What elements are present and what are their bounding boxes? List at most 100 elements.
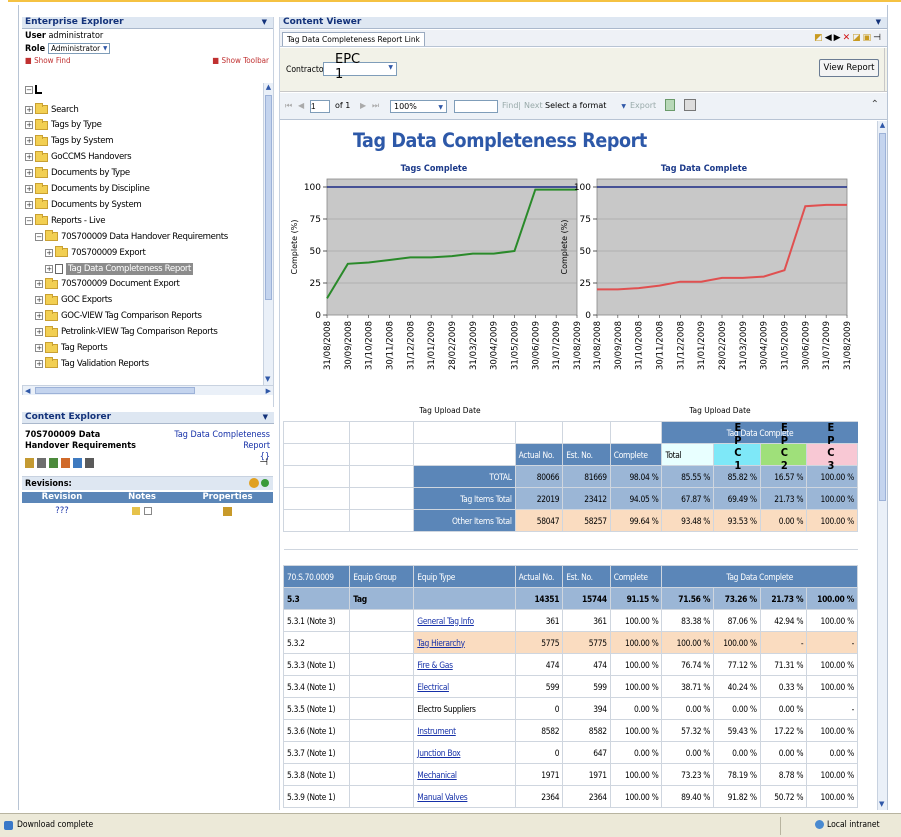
people-icon[interactable] — [61, 458, 70, 468]
tree-item[interactable]: + Documents by Type — [25, 166, 130, 180]
pin-icon[interactable]: ⊣ — [873, 33, 881, 43]
expand-icon[interactable]: + — [25, 153, 33, 162]
tree-item[interactable]: + Documents by Discipline — [25, 182, 150, 196]
expand-icon[interactable]: + — [25, 121, 33, 130]
format-select[interactable]: Select a format ▼ — [543, 100, 628, 113]
tree-item[interactable]: + GOC Exports — [35, 293, 112, 307]
tree-item[interactable]: − 70S700009 Data Handover Requirements — [35, 230, 228, 243]
equip-type-link[interactable]: Junction Box — [417, 748, 460, 758]
detail-cell: 5.3.6 (Note 1) — [282, 719, 351, 742]
restore-icon[interactable]: ◪ — [852, 33, 861, 43]
scroll-right-icon[interactable]: ▶ — [266, 387, 271, 395]
next-page-icon[interactable]: ▶ — [360, 101, 366, 110]
collapse-triangle-icon[interactable]: ▼ — [262, 17, 267, 28]
tree-item[interactable]: + Tags by Type — [25, 118, 102, 132]
export-label[interactable]: Export — [630, 101, 656, 110]
scrollbar-thumb[interactable] — [879, 133, 886, 501]
equip-type-link[interactable]: Mechanical — [417, 770, 457, 780]
equip-type-link[interactable]: Fire & Gas — [417, 660, 453, 670]
expand-icon[interactable]: + — [25, 185, 33, 193]
copy-icon[interactable] — [49, 458, 58, 468]
tree-scrollbar[interactable]: ▲ ▼ — [263, 83, 273, 385]
top-accent-line — [8, 0, 901, 4]
last-page-icon[interactable]: ⏭ — [372, 101, 379, 111]
refresh-report-icon[interactable] — [665, 99, 675, 111]
expand-icon[interactable]: + — [25, 200, 33, 209]
scroll-up-icon[interactable]: ▲ — [264, 83, 273, 92]
prev-page-icon[interactable]: ◀ — [298, 101, 304, 110]
expand-icon[interactable]: + — [35, 328, 43, 337]
equip-type-link[interactable]: Tag Hierarchy — [417, 638, 465, 648]
find-input[interactable] — [454, 100, 498, 113]
tree-item[interactable]: +70S700009 Document Export — [35, 277, 180, 291]
equip-type-link[interactable]: Instrument — [417, 726, 456, 736]
refresh-icon[interactable] — [261, 479, 269, 487]
next-label[interactable]: Next — [524, 101, 543, 110]
equip-type-link[interactable]: Electrical — [417, 682, 449, 692]
checkout-icon[interactable] — [25, 458, 34, 468]
expand-icon[interactable]: + — [45, 248, 53, 257]
send-icon[interactable] — [73, 458, 82, 468]
back-icon[interactable]: ◀ — [825, 33, 832, 43]
equip-type-link[interactable]: Manual Valves — [417, 792, 467, 802]
expand-icon[interactable]: + — [25, 105, 33, 114]
tree-item[interactable]: + GOC-VIEW Tag Comparison Reports — [35, 309, 202, 323]
expand-icon[interactable]: + — [25, 169, 33, 178]
scroll-down-icon[interactable]: ▼ — [879, 800, 884, 808]
tree-item[interactable]: + GoCCMS Handovers — [25, 150, 132, 164]
tree-item[interactable]: + Documents by System — [25, 198, 142, 211]
collapse-triangle-icon[interactable]: ▼ — [263, 412, 268, 423]
forward-icon[interactable]: ▶ — [834, 33, 841, 43]
detail-cell: 100.00 % — [806, 675, 858, 698]
tree-item[interactable]: + Tag Data Completeness Report — [45, 262, 194, 275]
zoom-select[interactable]: 100% ▼ — [390, 100, 447, 113]
collapse-icon[interactable]: − — [25, 85, 33, 94]
maximize-icon[interactable]: ▣ — [863, 33, 872, 43]
collapse-params-icon[interactable]: ⌃ — [871, 99, 879, 110]
first-page-icon[interactable]: ⏮ — [285, 101, 292, 111]
settings-icon[interactable] — [249, 478, 259, 488]
collapse-triangle-icon[interactable]: ▼ — [876, 17, 881, 28]
pin-icon[interactable]: ⊣ — [259, 457, 268, 468]
expand-icon[interactable]: + — [25, 137, 33, 146]
report-link[interactable]: Tag Data Completeness Report {} — [150, 430, 270, 463]
tree-item[interactable]: + Search — [25, 103, 79, 116]
collapse-icon[interactable]: − — [35, 232, 43, 241]
close-icon[interactable]: ✕ — [843, 33, 851, 43]
equip-type-link[interactable]: General Tag Info — [417, 616, 474, 626]
tree-root[interactable]: − — [25, 85, 42, 94]
expand-icon[interactable]: + — [35, 312, 43, 321]
find-label[interactable]: Find — [502, 101, 518, 110]
scrollbar-thumb[interactable] — [265, 95, 272, 300]
expand-icon[interactable]: + — [35, 359, 43, 368]
revision-value[interactable]: ??? — [22, 506, 102, 516]
tree-item[interactable]: +70S700009 Export — [45, 246, 146, 259]
enterprise-tree: + Search + Tags by Type + Tags by System + GoCC… — [22, 103, 264, 393]
expand-icon[interactable]: + — [35, 296, 43, 305]
new-window-icon[interactable]: ◩ — [814, 33, 823, 43]
tab-report-link[interactable]: Tag Data Completeness Report Link — [282, 32, 425, 46]
properties-icon[interactable] — [223, 506, 232, 516]
print-report-icon[interactable] — [684, 99, 696, 111]
page-number-input[interactable] — [310, 100, 330, 113]
role-select[interactable]: Administrator ▼ — [48, 43, 111, 54]
report-scrollbar[interactable]: ▲ ▼ — [877, 121, 887, 810]
expand-icon[interactable]: + — [35, 344, 43, 352]
tree-item[interactable]: + Tag Validation Reports — [35, 357, 149, 370]
note-icon[interactable] — [132, 507, 140, 515]
document-icon[interactable] — [85, 458, 94, 468]
view-report-button[interactable]: View Report — [819, 59, 879, 77]
scroll-down-icon[interactable]: ▼ — [265, 375, 270, 383]
tree-item[interactable]: + Tags by System — [25, 134, 114, 148]
collapse-icon[interactable]: − — [25, 216, 33, 225]
tree-item[interactable]: − Reports - Live — [25, 214, 106, 227]
show-find-link[interactable]: ■ Show Find — [25, 56, 71, 65]
show-toolbar-link[interactable]: ■ Show Toolbar — [212, 56, 269, 65]
expand-icon[interactable]: + — [45, 264, 53, 273]
print-icon[interactable] — [37, 458, 46, 468]
blank-note-icon[interactable] — [144, 507, 152, 515]
scroll-up-icon[interactable]: ▲ — [878, 121, 887, 130]
tree-item[interactable]: + Petrolink-VIEW Tag Comparison Reports — [35, 325, 218, 339]
tree-item[interactable]: + Tag Reports — [35, 341, 108, 355]
expand-icon[interactable]: + — [35, 280, 43, 289]
